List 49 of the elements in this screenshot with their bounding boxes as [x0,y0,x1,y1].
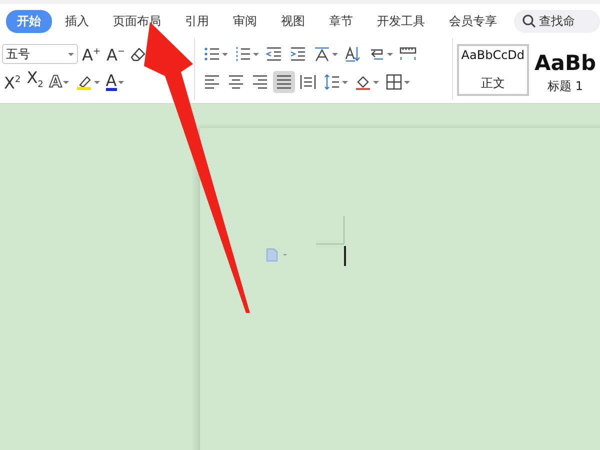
style-preset[interactable]: AaBbCcDd 正文 [457,44,529,96]
search-field[interactable]: 查找命 [514,10,600,32]
bulleted-list-icon [203,45,222,63]
decrease-indent-icon [265,45,284,63]
ruler-icon [399,45,418,63]
outline-glyph-button[interactable]: A [47,71,71,93]
ribbon-tab[interactable]: 视图 [270,10,316,32]
glyph-button[interactable]: X$^{2}$ [2,69,23,95]
align-center-icon [227,73,246,91]
text-cursor [344,246,346,266]
align-right-icon [251,73,270,91]
ribbon-tab[interactable]: 引用 [174,10,220,32]
caret-icon [387,52,394,56]
margin-corner-mark [316,216,346,246]
glyph-button[interactable]: X$_{2}$ [24,67,46,97]
text-layout-icon [313,45,332,63]
eraser-button[interactable] [129,46,147,62]
justify-button[interactable] [273,71,296,93]
caret-icon [404,80,410,84]
font-size-select[interactable]: 五号 [2,44,78,64]
style-preset[interactable]: AaBb 标题 1 [530,44,600,96]
caret-icon [68,52,74,56]
ribbon-tab[interactable]: 插入 [54,10,100,32]
ribbon-tab[interactable]: 章节 [318,10,364,32]
numbered-list-icon [234,45,252,63]
eraser-icon [131,48,145,60]
caret-icon [118,80,124,84]
caret-icon [62,80,69,84]
justify-icon [275,73,294,91]
search-icon [522,14,536,28]
font-color-button[interactable]: A [104,71,126,93]
caret-icon [94,80,100,84]
caret-icon [373,80,380,84]
caret-icon [222,52,228,56]
increase-indent-icon [289,45,308,63]
caret-icon [253,52,260,56]
distributed-icon [299,73,318,91]
ribbon-tab[interactable]: 开发工具 [366,10,436,32]
align-left-icon [203,73,222,91]
ribbon-tab[interactable]: 会员专享 [438,10,508,32]
borders-icon [385,73,404,91]
line-spacing-icon [323,73,342,91]
glyph-button[interactable]: A$^{+}$ [80,41,102,67]
sort-icon [344,45,362,63]
search-placeholder: 查找命 [539,12,575,30]
caret-icon [332,52,338,56]
ribbon-tab[interactable]: 审阅 [222,10,268,32]
glyph-button[interactable]: A$^{−}$ [104,41,127,67]
caret-icon [342,80,348,84]
